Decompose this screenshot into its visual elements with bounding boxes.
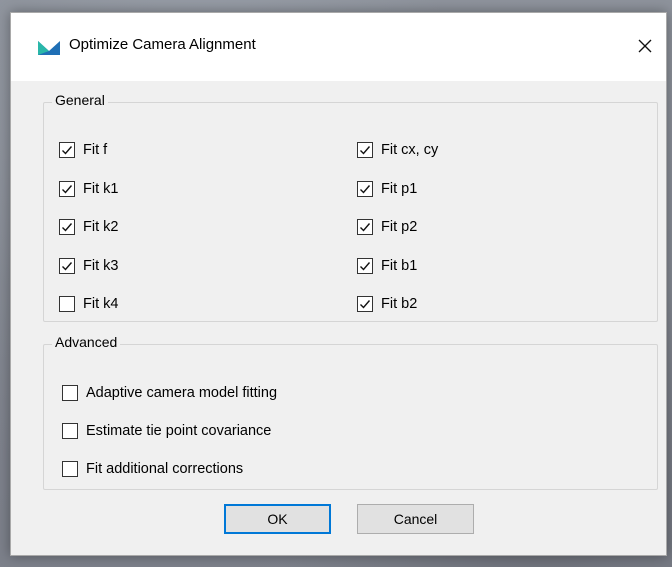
checkbox-fit-f[interactable]: [59, 142, 75, 158]
checkbox-fit-b1[interactable]: [357, 257, 373, 274]
checkbox-label-fit-additional-corrections: Fit additional corrections: [86, 461, 244, 477]
checkbox-label-fit-k3: Fit k3: [83, 257, 119, 274]
checkbox-fit-k3[interactable]: [59, 257, 75, 274]
checkbox-label-fit-k2: Fit k2: [83, 219, 119, 235]
checkmark-icon: [62, 184, 73, 194]
checkbox-label-adaptive-camera-model-fitting: Adaptive camera model fitting: [86, 385, 278, 401]
checkbox-estimate-tie-point-covariance[interactable]: [62, 423, 78, 439]
checkbox-label-fit-p2: Fit p2: [381, 219, 418, 235]
checkbox-row-fit-p2[interactable]: Fit p2: [357, 217, 417, 237]
checkbox-fit-additional-corrections[interactable]: [62, 461, 78, 477]
close-icon[interactable]: [630, 31, 660, 61]
checkbox-row-fit-additional-corrections[interactable]: Fit additional corrections: [62, 459, 243, 479]
checkbox-row-estimate-tie-point-covariance[interactable]: Estimate tie point covariance: [62, 421, 271, 441]
checkbox-label-estimate-tie-point-covariance: Estimate tie point covariance: [86, 423, 272, 439]
checkbox-row-fit-k2[interactable]: Fit k2: [59, 217, 118, 237]
checkbox-label-fit-b1: Fit b1: [381, 257, 418, 274]
checkmark-icon: [360, 261, 371, 271]
checkbox-row-fit-k3[interactable]: Fit k3: [59, 256, 118, 276]
checkbox-row-fit-p1[interactable]: Fit p1: [357, 179, 417, 199]
checkbox-label-fit-k1: Fit k1: [83, 180, 119, 197]
checkbox-fit-k1[interactable]: [59, 180, 75, 197]
checkmark-icon: [62, 223, 73, 232]
checkbox-row-fit-k4[interactable]: Fit k4: [59, 294, 118, 314]
checkbox-row-fit-f[interactable]: Fit f: [59, 140, 107, 160]
checkbox-row-fit-cx-cy[interactable]: Fit cx, cy: [357, 140, 438, 160]
checkbox-row-fit-b2[interactable]: Fit b2: [357, 294, 417, 314]
checkbox-label-fit-k4: Fit k4: [83, 296, 119, 312]
optimize-camera-alignment-dialog: Optimize Camera Alignment General Fit f F…: [10, 12, 667, 556]
checkmark-icon: [360, 300, 371, 309]
checkbox-row-adaptive-camera-model-fitting[interactable]: Adaptive camera model fitting: [62, 383, 277, 403]
checkbox-label-fit-f: Fit f: [83, 142, 108, 158]
checkbox-fit-k4[interactable]: [59, 296, 75, 312]
checkbox-fit-k2[interactable]: [59, 219, 75, 235]
general-group: General Fit f Fit k1 Fit k2 Fit k3 Fit k4 Fi…: [43, 92, 658, 322]
general-legend: General: [52, 92, 108, 108]
checkbox-fit-p2[interactable]: [357, 219, 373, 235]
checkbox-fit-cx-cy[interactable]: [357, 142, 373, 158]
checkbox-label-fit-cx-cy: Fit cx, cy: [381, 142, 439, 158]
advanced-legend: Advanced: [52, 334, 121, 350]
checkbox-fit-b2[interactable]: [357, 296, 373, 312]
ok-button[interactable]: OK: [224, 504, 331, 534]
checkbox-fit-p1[interactable]: [357, 180, 373, 197]
dialog-title: Optimize Camera Alignment: [69, 36, 256, 53]
checkmark-icon: [62, 261, 73, 271]
checkbox-label-fit-p1: Fit p1: [381, 180, 418, 197]
checkbox-label-fit-b2: Fit b2: [381, 296, 418, 312]
checkbox-adaptive-camera-model-fitting[interactable]: [62, 385, 78, 401]
checkbox-row-fit-b1[interactable]: Fit b1: [357, 256, 417, 276]
title-bar: Optimize Camera Alignment: [11, 13, 666, 81]
app-logo-icon: [38, 39, 60, 55]
checkbox-row-fit-k1[interactable]: Fit k1: [59, 179, 118, 199]
checkmark-icon: [360, 184, 371, 194]
checkmark-icon: [62, 146, 73, 155]
advanced-group: Advanced Adaptive camera model fitting Es…: [43, 334, 658, 490]
cancel-button[interactable]: Cancel: [357, 504, 474, 534]
checkmark-icon: [360, 146, 371, 155]
checkmark-icon: [360, 223, 371, 232]
